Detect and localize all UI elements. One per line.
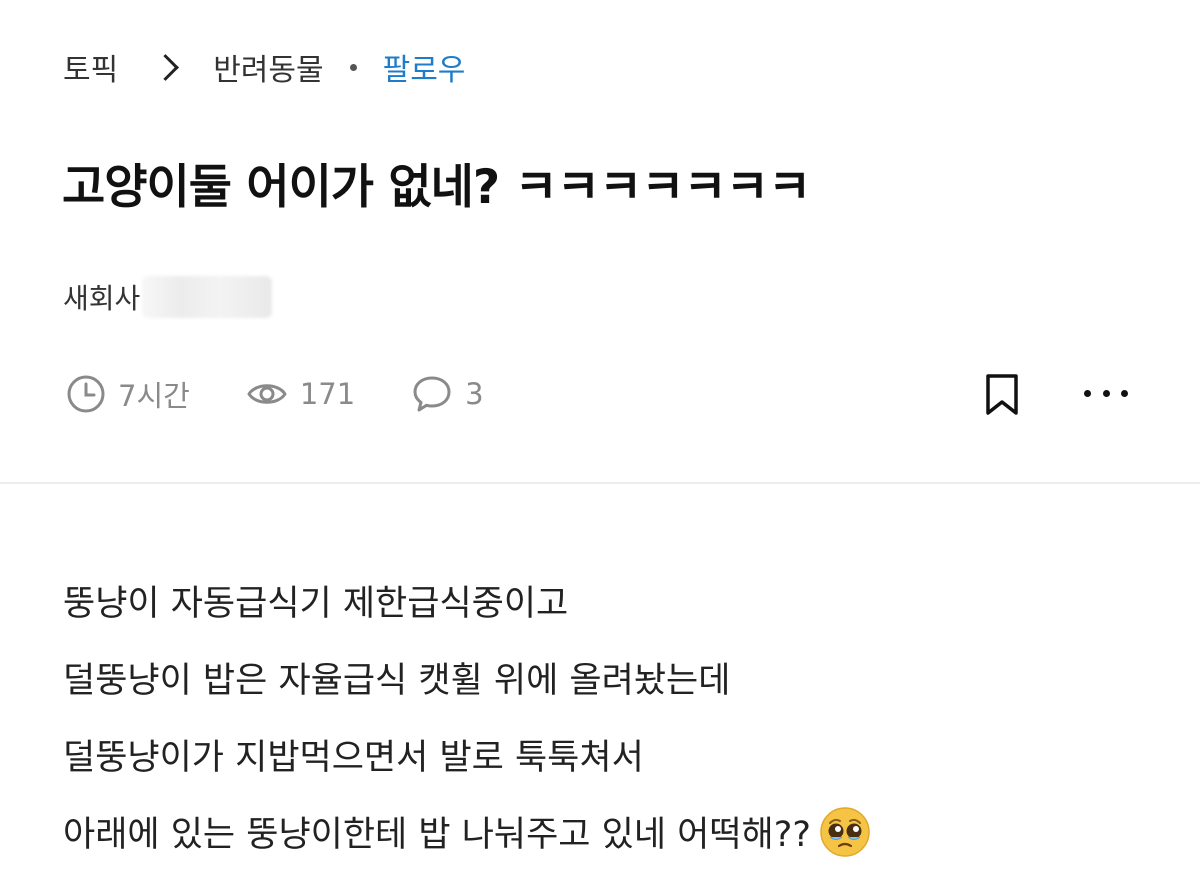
post-body-line: 덜뚱냥이 밥은 자율급식 캣휠 위에 올려놨는데 [63,661,731,701]
post-author[interactable]: 새회사 [63,276,273,318]
clock-icon [67,375,105,413]
post-views: 171 [246,377,355,411]
breadcrumb-category[interactable]: 반려동물 [213,45,323,89]
more-horizontal-icon-dot [1121,389,1128,397]
post-time-value: 7시간 [118,379,190,413]
eye-icon [247,384,287,404]
post-body-line-last: 아래에 있는 뚱냥이한테 밥 나눠주고 있네 어떡해?? [63,797,871,874]
post-views-count: 171 [299,377,356,411]
bookmark-button[interactable] [981,373,1023,417]
bookmark-icon [986,374,1018,415]
speech-bubble-icon [413,376,451,412]
post-time: 7시간 [66,373,190,415]
post-meta: 7시간 171 3 [66,370,484,418]
more-horizontal-icon-dot [1102,389,1110,397]
breadcrumb: 토픽 반려동물 팔로우 [63,44,465,90]
separator-dot [349,63,357,71]
post-title: 고양이둘 어이가 없네? ㅋㅋㅋㅋㅋㅋㅋ [62,160,811,215]
follow-button[interactable]: 팔로우 [383,45,466,89]
pleading-face-emoji [820,807,870,857]
author-company: 새회사 [63,282,141,315]
more-horizontal-icon-dot [1084,389,1091,397]
breadcrumb-topic[interactable]: 토픽 [63,45,118,89]
post-body-line: 뚱냥이 자동급식기 제한급식중이고 [63,584,569,624]
chevron-right-icon [152,53,180,81]
post-comments[interactable]: 3 [411,374,484,414]
more-options-button[interactable] [1084,378,1128,408]
post-body: 뚱냥이 자동급식기 제한급식중이고 덜뚱냥이 밥은 자율급식 캣휠 위에 올려놨… [63,566,871,874]
post-body-line-text: 아래에 있는 뚱냥이한테 밥 나눠주고 있네 어떡해?? [63,815,811,855]
author-nickname-redacted [142,276,273,318]
post-body-line: 덜뚱냥이가 지밥먹으면서 발로 툭툭쳐서 [63,738,644,778]
post-comments-count: 3 [465,377,484,411]
content-divider [0,482,1200,484]
